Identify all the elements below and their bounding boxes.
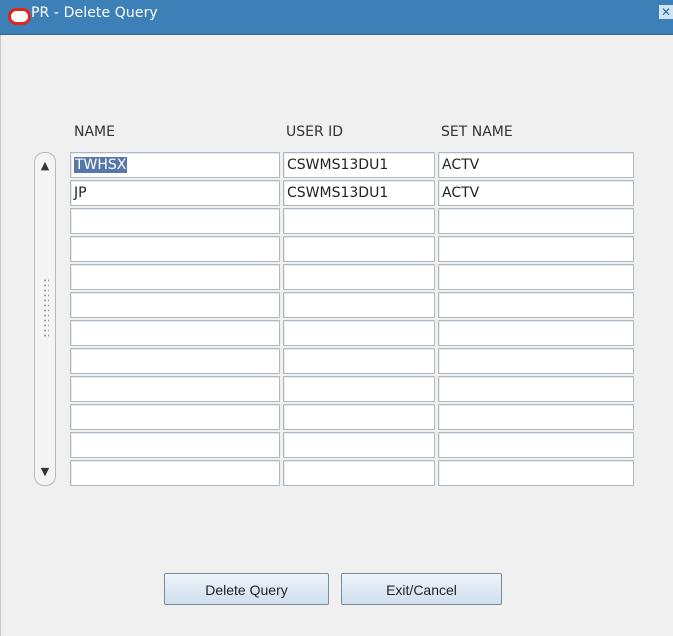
set-name-cell[interactable] bbox=[438, 208, 634, 234]
user-id-cell[interactable] bbox=[283, 320, 435, 346]
set-name-cell[interactable] bbox=[438, 460, 634, 486]
name-cell[interactable] bbox=[70, 264, 280, 290]
user-id-cell[interactable]: CSWMS13DU1 bbox=[283, 180, 435, 206]
table-row[interactable]: TWHSX CSWMS13DU1 ACTV bbox=[70, 152, 634, 178]
title-bar: PR - Delete Query ✕ bbox=[0, 0, 673, 35]
set-name-cell[interactable]: ACTV bbox=[438, 152, 634, 178]
table-row[interactable] bbox=[70, 460, 634, 486]
name-cell[interactable] bbox=[70, 320, 280, 346]
table-row[interactable] bbox=[70, 376, 634, 402]
table-row[interactable]: JP CSWMS13DU1 ACTV bbox=[70, 180, 634, 206]
delete-query-button[interactable]: Delete Query bbox=[164, 573, 329, 605]
column-header-set-name: SET NAME bbox=[441, 124, 513, 140]
scroll-down-icon[interactable] bbox=[35, 464, 55, 480]
name-cell[interactable] bbox=[70, 376, 280, 402]
query-grid: TWHSX CSWMS13DU1 ACTV JP CSWMS13DU1 ACTV bbox=[70, 152, 634, 488]
table-row[interactable] bbox=[70, 320, 634, 346]
set-name-cell[interactable] bbox=[438, 320, 634, 346]
set-name-cell[interactable] bbox=[438, 348, 634, 374]
set-name-cell[interactable] bbox=[438, 264, 634, 290]
name-cell[interactable]: JP bbox=[70, 180, 280, 206]
exit-cancel-button[interactable]: Exit/Cancel bbox=[341, 573, 502, 605]
table-row[interactable] bbox=[70, 208, 634, 234]
user-id-cell[interactable] bbox=[283, 264, 435, 290]
set-name-cell[interactable] bbox=[438, 236, 634, 262]
oracle-logo-icon bbox=[8, 8, 31, 25]
user-id-cell[interactable] bbox=[283, 376, 435, 402]
user-id-cell[interactable] bbox=[283, 208, 435, 234]
set-name-cell[interactable] bbox=[438, 404, 634, 430]
table-row[interactable] bbox=[70, 432, 634, 458]
set-name-cell[interactable] bbox=[438, 292, 634, 318]
user-id-cell[interactable] bbox=[283, 348, 435, 374]
name-cell[interactable] bbox=[70, 404, 280, 430]
set-name-cell[interactable] bbox=[438, 376, 634, 402]
column-header-user-id: USER ID bbox=[286, 124, 344, 140]
scroll-up-icon[interactable] bbox=[35, 158, 55, 174]
user-id-cell[interactable] bbox=[283, 404, 435, 430]
table-row[interactable] bbox=[70, 348, 634, 374]
user-id-cell[interactable] bbox=[283, 432, 435, 458]
table-row[interactable] bbox=[70, 404, 634, 430]
table-row[interactable] bbox=[70, 292, 634, 318]
name-cell[interactable] bbox=[70, 460, 280, 486]
selected-text: TWHSX bbox=[74, 157, 128, 173]
table-row[interactable] bbox=[70, 264, 634, 290]
name-cell[interactable] bbox=[70, 292, 280, 318]
vertical-scrollbar[interactable] bbox=[34, 152, 56, 486]
user-id-cell[interactable] bbox=[283, 236, 435, 262]
name-cell[interactable] bbox=[70, 236, 280, 262]
name-cell[interactable] bbox=[70, 348, 280, 374]
scroll-grip[interactable] bbox=[43, 278, 49, 338]
name-cell[interactable] bbox=[70, 208, 280, 234]
set-name-cell[interactable]: ACTV bbox=[438, 180, 634, 206]
user-id-cell[interactable] bbox=[283, 292, 435, 318]
window-title: PR - Delete Query bbox=[31, 5, 158, 21]
name-cell[interactable]: TWHSX bbox=[70, 152, 280, 178]
table-row[interactable] bbox=[70, 236, 634, 262]
name-cell[interactable] bbox=[70, 432, 280, 458]
close-icon[interactable]: ✕ bbox=[659, 5, 673, 19]
set-name-cell[interactable] bbox=[438, 432, 634, 458]
user-id-cell[interactable] bbox=[283, 460, 435, 486]
column-header-name: NAME bbox=[74, 124, 115, 140]
user-id-cell[interactable]: CSWMS13DU1 bbox=[283, 152, 435, 178]
